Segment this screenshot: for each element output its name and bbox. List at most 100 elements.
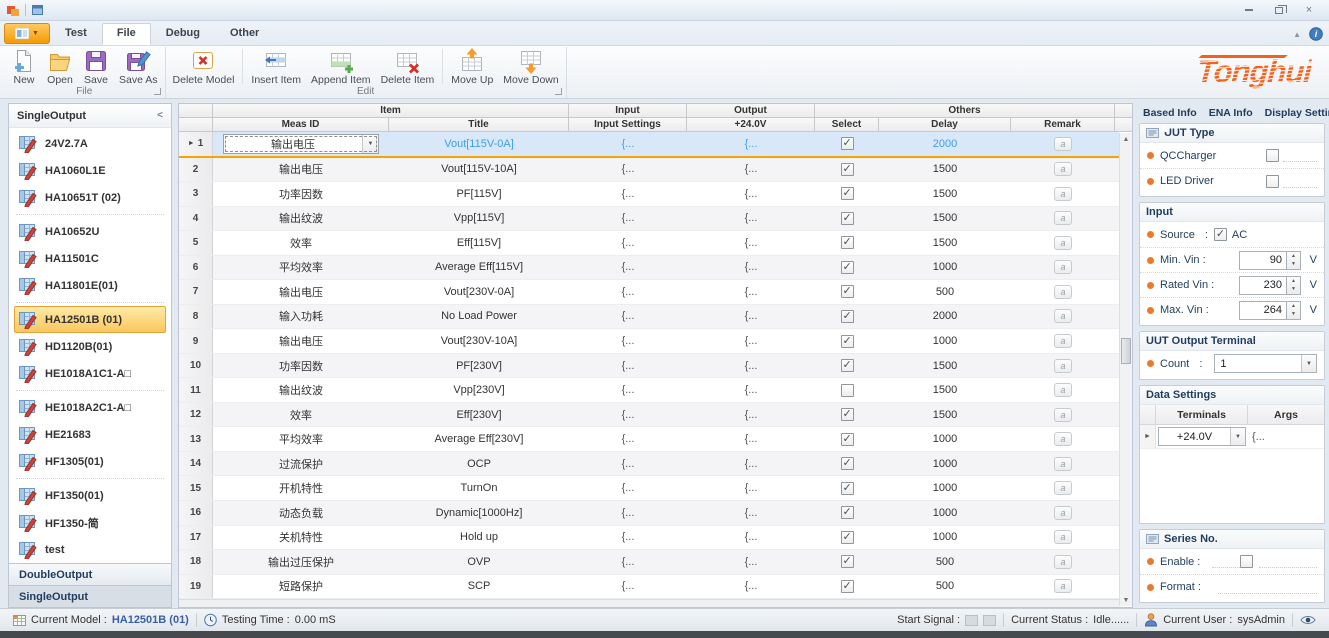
- ribbon-tab-test[interactable]: Test: [50, 23, 102, 45]
- title-cell[interactable]: SCP: [389, 575, 569, 599]
- delay-cell[interactable]: 2000: [879, 305, 1011, 329]
- ribbon-tab-file[interactable]: File: [102, 23, 151, 45]
- remark-button[interactable]: a: [1054, 432, 1072, 446]
- table-row-6[interactable]: 6平均效率Average Eff[115V]{...{...1000a: [179, 256, 1119, 281]
- meas-id-cell[interactable]: 平均效率: [213, 256, 389, 280]
- output-cell[interactable]: {...: [687, 526, 815, 550]
- table-row-13[interactable]: 13平均效率Average Eff[230V]{...{...1000a: [179, 427, 1119, 452]
- meas-id-cell[interactable]: 输出纹波: [213, 378, 389, 402]
- meas-id-cell[interactable]: 平均效率: [213, 427, 389, 451]
- delay-cell[interactable]: 1000: [879, 329, 1011, 353]
- meas-id-cell[interactable]: 开机特性: [213, 476, 389, 500]
- delay-cell[interactable]: 500: [879, 550, 1011, 574]
- remark-button[interactable]: a: [1054, 309, 1072, 323]
- maximize-button[interactable]: [1269, 4, 1289, 17]
- input-settings-cell[interactable]: {...: [569, 550, 687, 574]
- sidebar-item-hf1305-01[interactable]: HF1305(01): [14, 448, 166, 475]
- spin-down-icon[interactable]: ▼: [1287, 285, 1300, 294]
- delay-cell[interactable]: 1500: [879, 182, 1011, 206]
- toolbar-button-insert-item[interactable]: Insert Item: [246, 47, 306, 86]
- spinner-input-min-vin[interactable]: 90: [1239, 251, 1287, 270]
- meas-id-cell[interactable]: 过流保护: [213, 452, 389, 476]
- delay-cell[interactable]: 1500: [879, 158, 1011, 182]
- delay-cell[interactable]: 1500: [879, 403, 1011, 427]
- spin-down-icon[interactable]: ▼: [1287, 310, 1300, 319]
- meas-id-cell[interactable]: 效率: [213, 231, 389, 255]
- delay-cell[interactable]: 1000: [879, 501, 1011, 525]
- spinner-arrows[interactable]: ▲▼: [1287, 301, 1301, 320]
- output-cell[interactable]: {...: [687, 256, 815, 280]
- input-settings-cell[interactable]: {...: [569, 476, 687, 500]
- input-settings-cell[interactable]: {...: [569, 403, 687, 427]
- sidebar-item-ha10651t-02[interactable]: HA10651T (02): [14, 184, 166, 211]
- title-cell[interactable]: Vout[115V-10A]: [389, 158, 569, 182]
- meas-id-cell[interactable]: 动态负载: [213, 501, 389, 525]
- spinner-input-rated-vin[interactable]: 230: [1239, 276, 1287, 295]
- toolbar-button-delete-item[interactable]: Delete Item: [376, 47, 440, 86]
- meas-id-cell[interactable]: 输出纹波: [213, 207, 389, 231]
- meas-id-combobox[interactable]: 输出电压▼: [223, 134, 379, 154]
- input-settings-cell[interactable]: {...: [569, 329, 687, 353]
- spin-up-icon[interactable]: ▲: [1287, 302, 1300, 311]
- toolbar-button-move-up[interactable]: Move Up: [446, 47, 498, 86]
- row-header-1[interactable]: ►1: [179, 132, 213, 156]
- column-header-select[interactable]: Select: [815, 118, 879, 132]
- select-checkbox[interactable]: [841, 531, 854, 544]
- delay-cell[interactable]: 1000: [879, 476, 1011, 500]
- output-cell[interactable]: {...: [687, 182, 815, 206]
- output-cell[interactable]: {...: [687, 354, 815, 378]
- remark-button[interactable]: a: [1054, 260, 1072, 274]
- remark-button[interactable]: a: [1054, 334, 1072, 348]
- output-cell[interactable]: {...: [687, 501, 815, 525]
- select-checkbox[interactable]: [841, 212, 854, 225]
- toolbar-button-open[interactable]: Open: [42, 47, 78, 86]
- row-header-9[interactable]: 9: [179, 329, 213, 353]
- output-cell[interactable]: {...: [687, 378, 815, 402]
- toolbar-button-new[interactable]: New: [6, 47, 42, 86]
- spin-down-icon[interactable]: ▼: [1287, 260, 1300, 269]
- dropdown-icon[interactable]: ▼: [1230, 428, 1245, 445]
- output-cell[interactable]: {...: [687, 427, 815, 451]
- meas-id-cell[interactable]: 效率: [213, 403, 389, 427]
- quick-access-icon[interactable]: [31, 3, 44, 17]
- row-header-12[interactable]: 12: [179, 403, 213, 427]
- checkbox-ac-source[interactable]: [1214, 228, 1227, 241]
- meas-id-cell[interactable]: 功率因数: [213, 182, 389, 206]
- select-checkbox[interactable]: [841, 433, 854, 446]
- row-header-16[interactable]: 16: [179, 501, 213, 525]
- input-settings-cell[interactable]: {...: [569, 256, 687, 280]
- table-row-15[interactable]: 15开机特性TurnOn{...{...1000a: [179, 476, 1119, 501]
- sidebar-item-ha11501c[interactable]: HA11501C: [14, 245, 166, 272]
- delay-cell[interactable]: 1500: [879, 231, 1011, 255]
- input-settings-cell[interactable]: {...: [569, 207, 687, 231]
- table-row-1[interactable]: ►1输出电压▼Vout[115V-0A]{...{...2000a: [179, 132, 1119, 158]
- select-checkbox[interactable]: [841, 285, 854, 298]
- select-checkbox[interactable]: [841, 236, 854, 249]
- delay-cell[interactable]: 1000: [879, 526, 1011, 550]
- row-header-17[interactable]: 17: [179, 526, 213, 550]
- remark-button[interactable]: a: [1054, 408, 1072, 422]
- select-checkbox[interactable]: [841, 482, 854, 495]
- input-settings-cell[interactable]: {...: [569, 354, 687, 378]
- select-checkbox[interactable]: [841, 137, 854, 150]
- title-cell[interactable]: Vpp[115V]: [389, 207, 569, 231]
- title-cell[interactable]: TurnOn: [389, 476, 569, 500]
- series-format-field[interactable]: [1218, 581, 1317, 594]
- minimize-button[interactable]: [1239, 4, 1259, 17]
- row-header-2[interactable]: 2: [179, 158, 213, 182]
- remark-button[interactable]: a: [1054, 162, 1072, 176]
- sidebar-item-ha10652u[interactable]: HA10652U: [14, 218, 166, 245]
- select-checkbox[interactable]: [841, 384, 854, 397]
- input-settings-cell[interactable]: {...: [569, 452, 687, 476]
- dropdown-icon[interactable]: ▼: [362, 135, 378, 153]
- meas-id-cell[interactable]: 功率因数: [213, 354, 389, 378]
- select-checkbox[interactable]: [841, 555, 854, 568]
- select-checkbox[interactable]: [841, 457, 854, 470]
- tab-ena-info[interactable]: ENA Info: [1209, 107, 1253, 119]
- title-cell[interactable]: Eff[230V]: [389, 403, 569, 427]
- title-cell[interactable]: Hold up: [389, 526, 569, 550]
- sidebar-item-hf1350[interactable]: HF1350-简: [14, 509, 166, 536]
- spinner-arrows[interactable]: ▲▼: [1287, 276, 1301, 295]
- scroll-up-icon[interactable]: ▲: [1120, 133, 1132, 145]
- delay-cell[interactable]: 1500: [879, 378, 1011, 402]
